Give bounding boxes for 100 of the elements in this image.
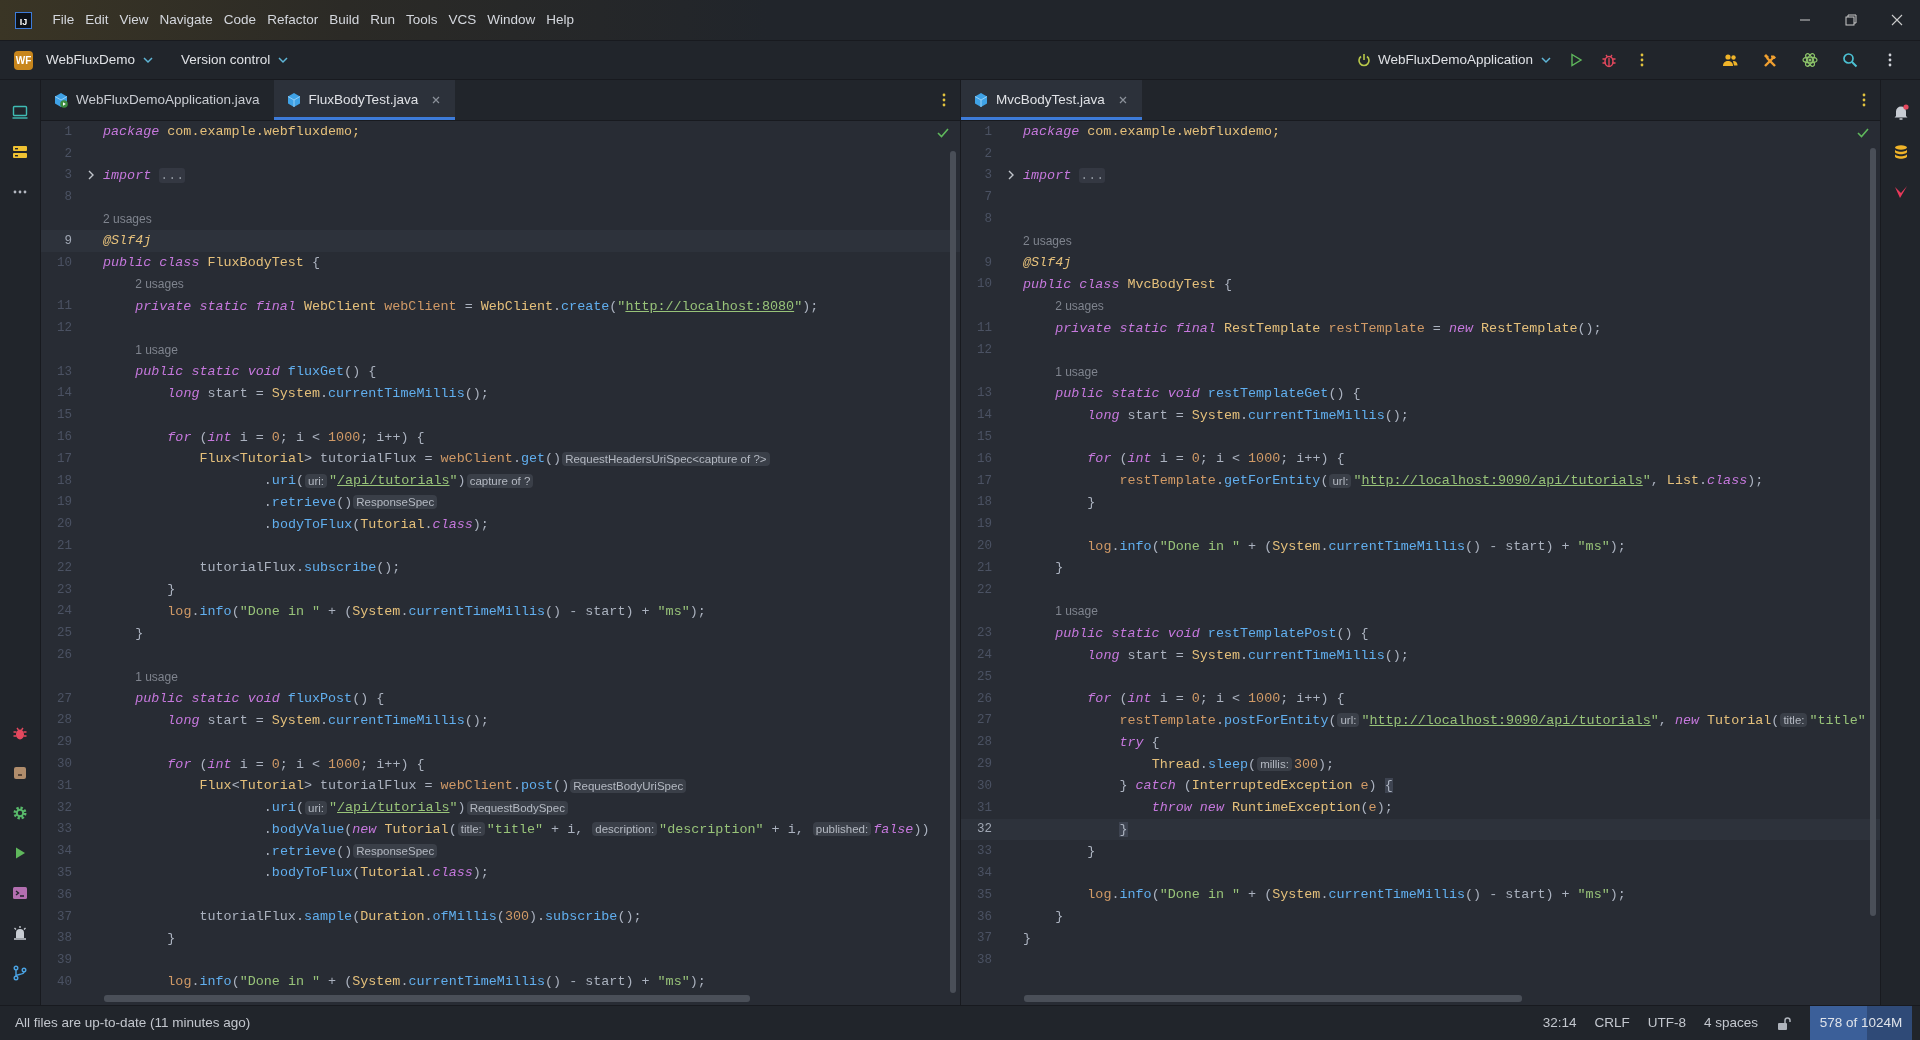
box-icon[interactable] bbox=[12, 765, 28, 781]
menu-item[interactable]: View bbox=[114, 6, 155, 34]
debug-icon[interactable] bbox=[1600, 52, 1617, 68]
inlay-hint: RequestHeadersUriSpec<capture of ?> bbox=[562, 451, 770, 466]
power-icon bbox=[1355, 52, 1372, 68]
beacon-icon[interactable] bbox=[12, 925, 28, 941]
menu-item[interactable]: Build bbox=[323, 6, 365, 34]
project-badge: WF bbox=[14, 50, 33, 70]
scrollbar-thumb[interactable] bbox=[1024, 995, 1522, 1002]
restore-icon[interactable] bbox=[1844, 13, 1858, 27]
project-dropdown[interactable]: WebFluxDemo bbox=[40, 46, 162, 74]
branch-icon[interactable] bbox=[12, 965, 28, 981]
run-configuration-dropdown[interactable]: WebFluxDemoApplication bbox=[1349, 46, 1559, 74]
expand-chevron-icon[interactable] bbox=[1006, 169, 1016, 182]
notification-icon[interactable] bbox=[1892, 104, 1909, 120]
memory-indicator[interactable]: 578 of 1024M bbox=[1810, 1005, 1912, 1040]
usages-hint[interactable]: 1 usage bbox=[1055, 364, 1098, 379]
cube-icon bbox=[285, 92, 302, 108]
menu-item[interactable]: Help bbox=[540, 6, 580, 34]
menu-item[interactable]: Navigate bbox=[154, 6, 219, 34]
indent-setting[interactable]: 4 spaces bbox=[1694, 1012, 1767, 1034]
code-text: 300); bbox=[1293, 756, 1335, 772]
code-text: for (int i = 0; i < 1000; i++) { bbox=[1087, 451, 1345, 467]
check-icon bbox=[1856, 126, 1870, 138]
menu-item[interactable]: Edit bbox=[79, 6, 115, 34]
status-message: All files are up-to-date (11 minutes ago) bbox=[15, 1013, 251, 1032]
code-text: log.info("Done in " + (System.currentTimeMillis() - start) + "ms"); bbox=[167, 974, 706, 990]
usages-hint[interactable]: 2 usages bbox=[103, 212, 152, 227]
people-icon[interactable] bbox=[1722, 52, 1738, 68]
check-icon bbox=[936, 126, 950, 138]
inlay-hint: title: bbox=[457, 822, 485, 837]
usages-hint[interactable]: 2 usages bbox=[135, 277, 184, 292]
line-number: 32 bbox=[977, 822, 992, 837]
inlay-hint: description: bbox=[592, 822, 658, 837]
memory-usage-text: 578 of 1024M bbox=[1819, 1013, 1903, 1032]
folded-code-placeholder[interactable]: ... bbox=[1079, 168, 1106, 183]
menu-item[interactable]: Window bbox=[481, 6, 541, 34]
code-text: } bbox=[167, 930, 176, 946]
inlay-hint: ResponseSpec bbox=[353, 844, 438, 859]
caret-position[interactable]: 32:14 bbox=[1533, 1012, 1586, 1034]
menu-item[interactable]: Refactor bbox=[261, 6, 324, 34]
scrollbar-thumb[interactable] bbox=[950, 151, 956, 993]
cube-run-icon bbox=[53, 92, 69, 108]
unlock-icon[interactable] bbox=[1776, 1015, 1791, 1031]
folded-code-placeholder[interactable]: ... bbox=[159, 168, 186, 183]
code-text: "title" bbox=[1809, 712, 1866, 728]
code-text: long start = System.currentTimeMillis(); bbox=[167, 385, 489, 401]
editor-tab[interactable]: WebFluxDemoApplication.java bbox=[41, 80, 274, 120]
panels-icon[interactable] bbox=[12, 144, 28, 160]
close-icon[interactable] bbox=[1890, 13, 1904, 27]
menu-item[interactable]: File bbox=[47, 6, 80, 34]
v-mark-icon[interactable] bbox=[1892, 184, 1909, 200]
code-text: public static void fluxGet() { bbox=[135, 364, 377, 380]
tools-icon[interactable] bbox=[1762, 52, 1778, 68]
inlay-hint: uri: bbox=[305, 473, 327, 488]
code-text: "/api/tutorials") bbox=[329, 473, 466, 489]
code-text: .uri( bbox=[263, 800, 304, 816]
editor-tab[interactable]: MvcBodyTest.java bbox=[961, 80, 1142, 120]
inlay-hint: capture of ? bbox=[466, 473, 534, 488]
code-text: "description" + i, bbox=[659, 821, 805, 837]
line-number: 9 bbox=[64, 233, 72, 248]
code-text: public static void fluxPost() { bbox=[135, 691, 385, 707]
scrollbar-thumb[interactable] bbox=[104, 995, 750, 1002]
inlay-hint: uri: bbox=[305, 800, 327, 815]
code-text: tutorialFlux.sample(Duration.ofMillis(300).subscribe(); bbox=[199, 909, 642, 925]
inlay-hint: millis: bbox=[1257, 757, 1292, 771]
line-separator[interactable]: CRLF bbox=[1585, 1012, 1639, 1034]
code-text: public class MvcBodyTest { bbox=[1023, 276, 1232, 292]
menu-item[interactable]: Code bbox=[218, 6, 262, 34]
usages-hint[interactable]: 1 usage bbox=[1055, 604, 1098, 619]
atom-icon[interactable] bbox=[1802, 52, 1818, 68]
inlay-hint: RequestBodyUriSpec bbox=[570, 778, 687, 793]
usages-hint[interactable]: 1 usage bbox=[135, 669, 178, 684]
usages-hint[interactable]: 2 usages bbox=[1055, 299, 1104, 314]
database-icon[interactable] bbox=[1892, 144, 1909, 160]
code-text: try { bbox=[1119, 734, 1160, 750]
menu-item[interactable]: VCS bbox=[443, 6, 482, 34]
terminal-icon[interactable] bbox=[12, 885, 28, 901]
menu-item[interactable]: Run bbox=[364, 6, 401, 34]
usages-hint[interactable]: 1 usage bbox=[135, 342, 178, 357]
app-logo: IJ bbox=[15, 11, 32, 29]
version-control-dropdown[interactable]: Version control bbox=[175, 46, 297, 74]
editor-tab[interactable]: FluxBodyTest.java bbox=[273, 80, 456, 120]
close-icon[interactable] bbox=[1117, 95, 1128, 105]
settings-icon[interactable] bbox=[12, 805, 28, 821]
close-icon[interactable] bbox=[431, 95, 442, 105]
code-text: Flux<Tutorial> tutorialFlux = webClient.post() bbox=[199, 778, 570, 794]
usages-hint[interactable]: 2 usages bbox=[1023, 233, 1072, 248]
code-text: "title" + i, bbox=[486, 821, 585, 837]
code-text: tutorialFlux.subscribe(); bbox=[199, 560, 401, 576]
code-text: restTemplate.getForEntity( bbox=[1119, 473, 1329, 489]
search-icon[interactable] bbox=[1842, 52, 1858, 68]
bug-icon[interactable] bbox=[12, 725, 28, 741]
file-encoding[interactable]: UTF-8 bbox=[1638, 1012, 1695, 1034]
scrollbar-thumb[interactable] bbox=[1870, 148, 1876, 916]
menu-item[interactable]: Tools bbox=[400, 6, 443, 34]
expand-chevron-icon[interactable] bbox=[86, 169, 96, 182]
code-text: .retrieve() bbox=[263, 494, 353, 510]
code-text: for (int i = 0; i < 1000; i++) { bbox=[167, 756, 425, 772]
monitor-icon[interactable] bbox=[12, 104, 28, 120]
